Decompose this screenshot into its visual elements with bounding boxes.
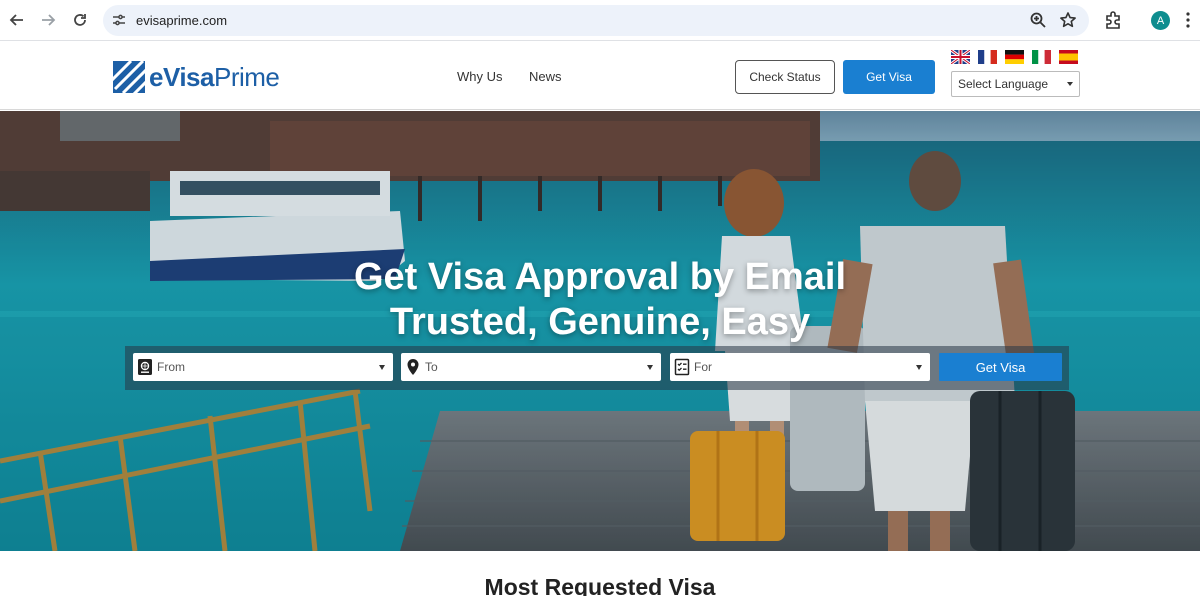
forward-icon[interactable] [36,8,60,32]
hero-title-line2: Trusted, Genuine, Easy [389,301,811,343]
profile-avatar[interactable]: A [1151,11,1170,30]
for-select-label: For [694,360,712,374]
site-info-icon[interactable] [111,12,127,28]
passport-icon [138,359,152,375]
for-select[interactable]: For [670,353,930,381]
italy-flag[interactable] [1032,50,1051,64]
checklist-icon [674,358,690,376]
logo-text: eVisaPrime [149,61,280,92]
address-bar[interactable]: evisaprime.com [103,5,1089,36]
chevron-down-icon [647,365,653,370]
back-icon[interactable] [5,8,29,32]
uk-flag[interactable] [951,50,970,64]
hero-title-line1: Get Visa Approval by Email [353,256,847,298]
language-select-value: Select Language [958,77,1049,91]
site-header: eVisaPrime Why Us News Check Status Get … [0,42,1200,110]
bookmark-star-icon[interactable] [1059,11,1077,29]
france-flag[interactable] [978,50,997,64]
germany-flag[interactable] [1005,50,1024,64]
get-visa-header-button[interactable]: Get Visa [843,60,935,94]
extensions-icon[interactable] [1103,10,1123,30]
chevron-down-icon [379,365,385,370]
get-visa-search-button[interactable]: Get Visa [939,353,1062,381]
language-flags [951,50,1078,64]
site-logo[interactable]: eVisaPrime [113,60,280,94]
to-select[interactable]: To [401,353,661,381]
spain-flag[interactable] [1059,50,1078,64]
to-select-label: To [425,360,438,374]
most-requested-visa-heading: Most Requested Visa [484,574,716,596]
menu-icon[interactable] [1186,12,1190,28]
chevron-down-icon [1067,82,1073,86]
chevron-down-icon [916,365,922,370]
logo-mark-icon [113,61,145,93]
browser-toolbar: evisaprime.com A [0,0,1200,41]
check-status-button[interactable]: Check Status [735,60,835,94]
zoom-icon[interactable] [1029,11,1047,29]
language-select[interactable]: Select Language [951,71,1080,97]
url-text[interactable]: evisaprime.com [136,13,227,28]
reload-icon[interactable] [68,8,92,32]
visa-search-form: From To For Get Visa [125,346,1069,390]
from-select-label: From [157,360,185,374]
location-pin-icon [407,359,419,375]
nav-news[interactable]: News [529,69,562,84]
from-select[interactable]: From [133,353,393,381]
hero-banner: Get Visa Approval by Email Trusted, Genu… [0,111,1200,551]
nav-why-us[interactable]: Why Us [457,69,503,84]
